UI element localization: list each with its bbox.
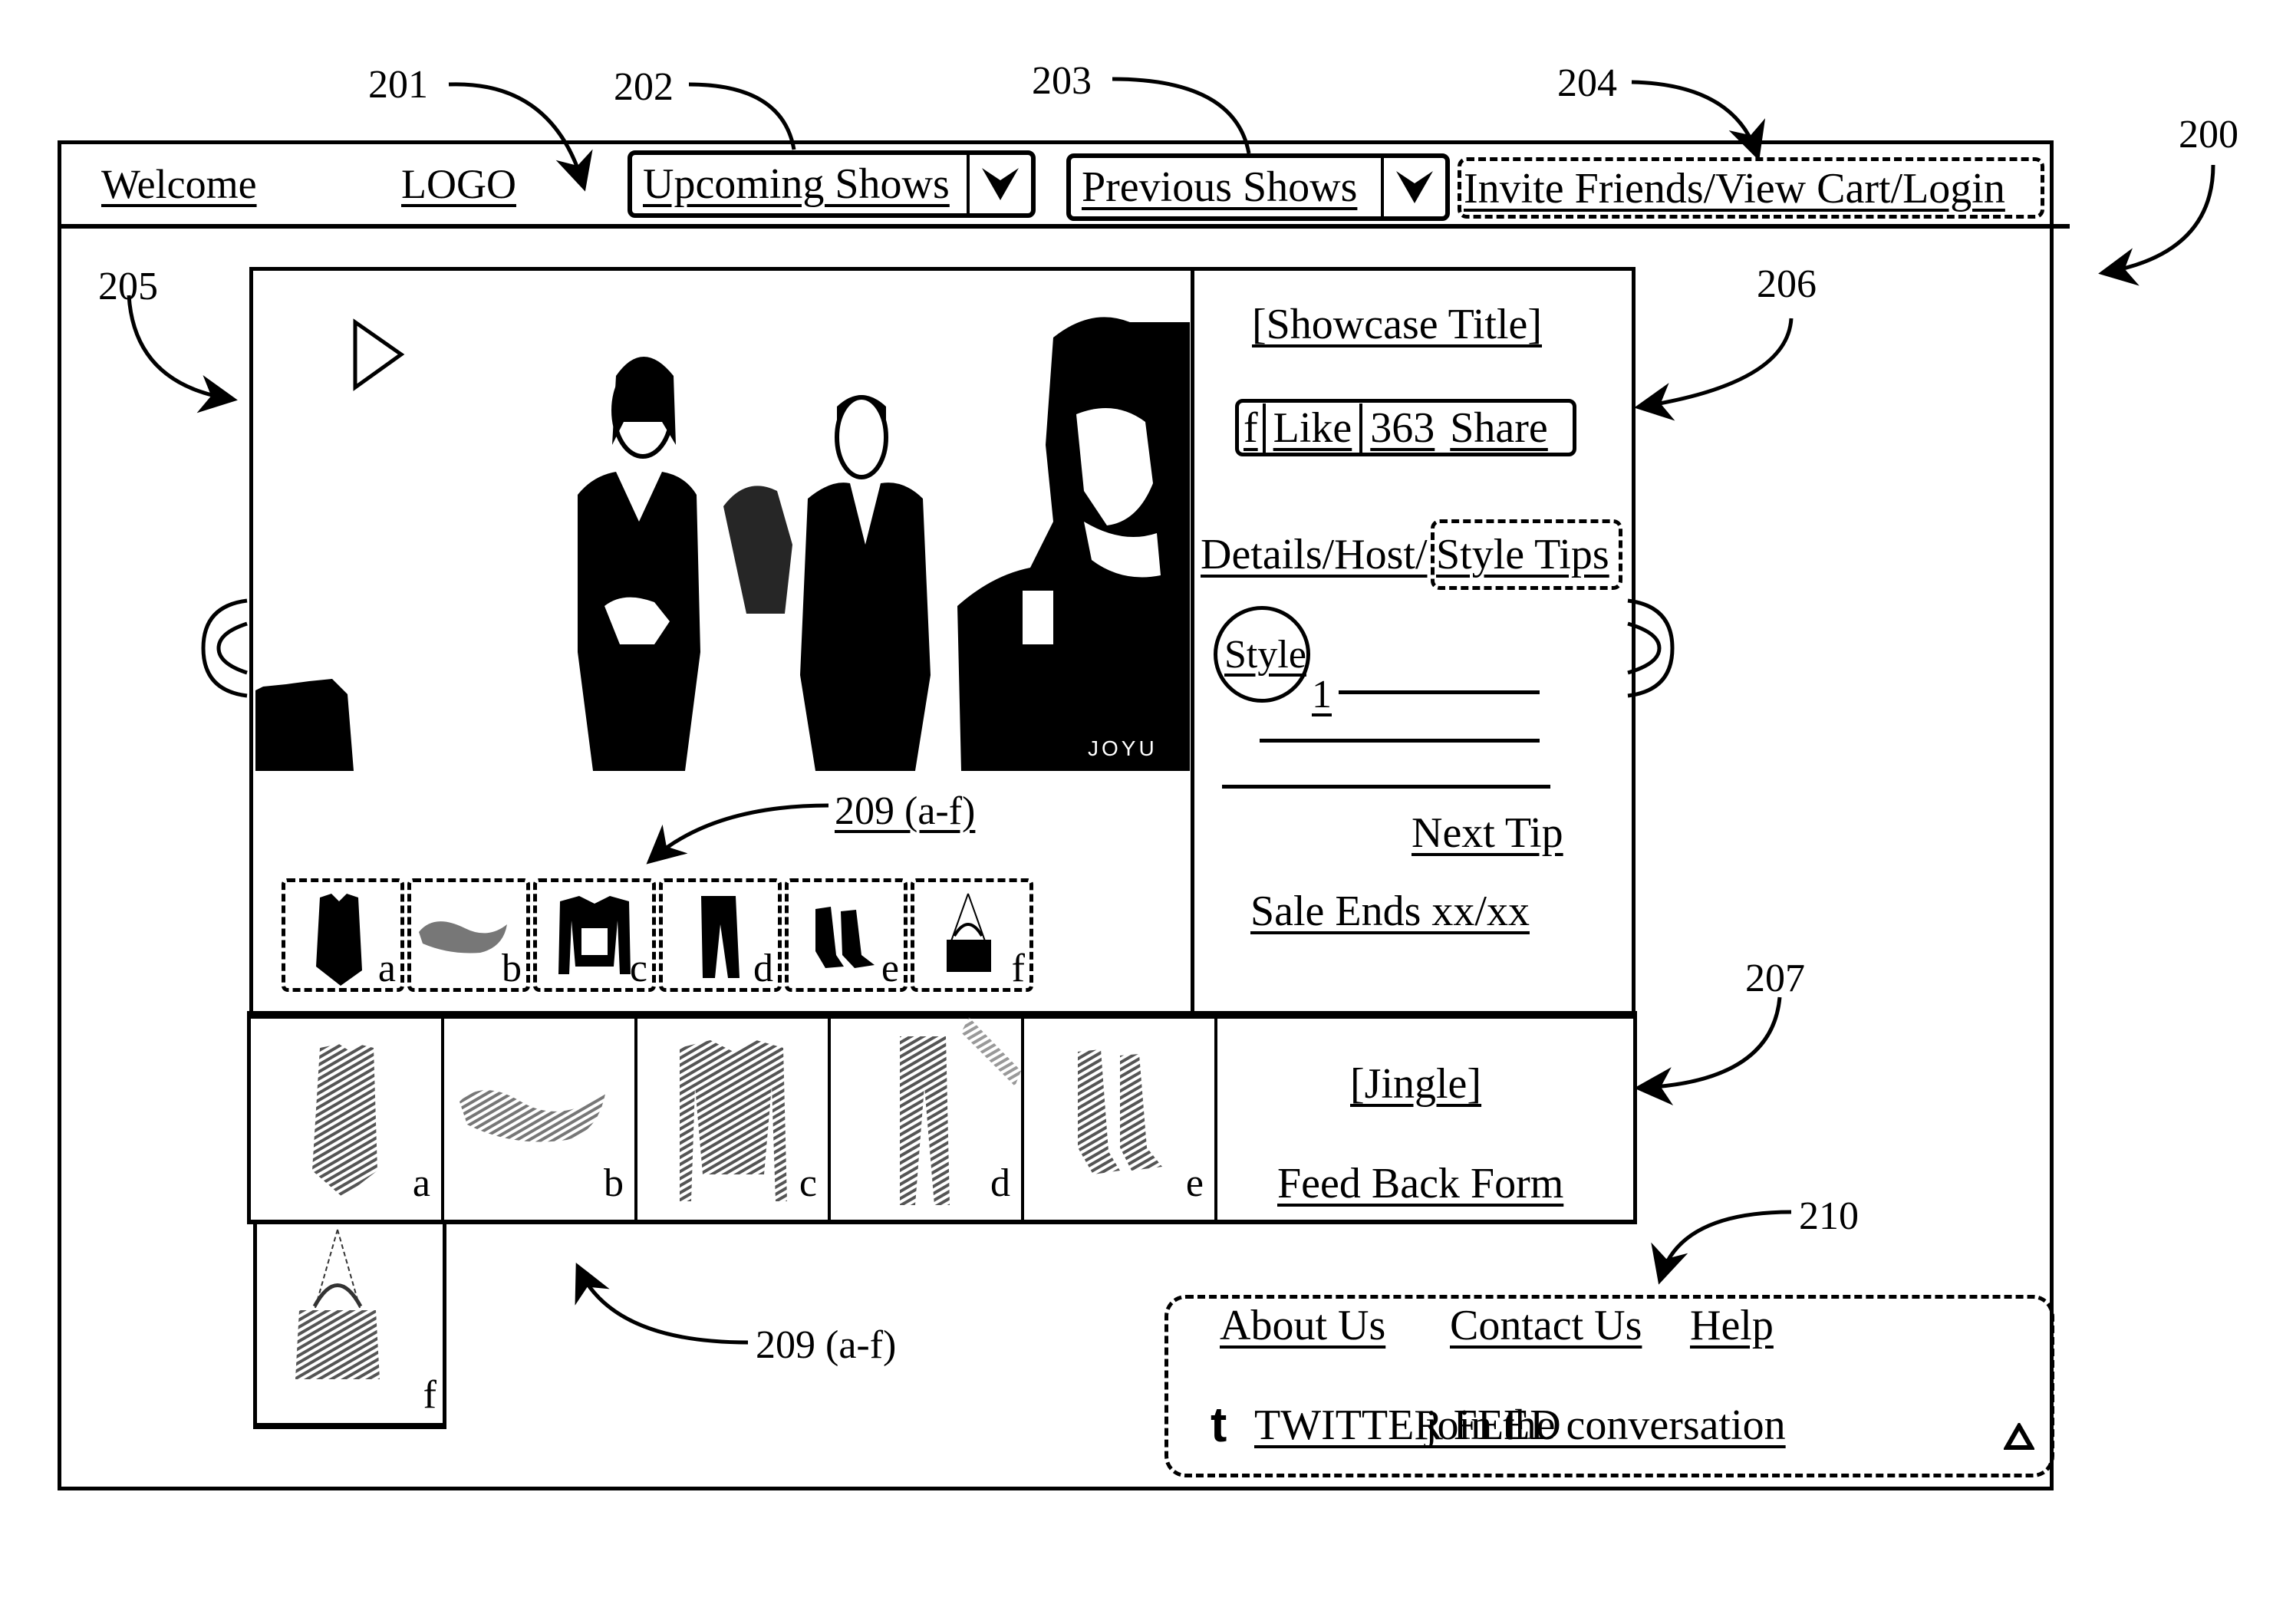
ref-label-200: 200 (2179, 113, 2238, 156)
video-watermark: JOYU (1088, 736, 1158, 760)
twitter-icon[interactable]: t (1211, 1400, 1227, 1449)
product-large-d[interactable]: d (831, 1017, 1024, 1220)
product-thumb-b[interactable]: b (407, 878, 530, 992)
style-badge-label: Style (1224, 633, 1306, 677)
play-icon (353, 318, 405, 391)
help-link[interactable]: Help (1690, 1304, 1774, 1347)
product-thumb-e[interactable]: e (785, 878, 908, 992)
ref-label-202: 202 (614, 65, 674, 109)
product-letter: c (629, 947, 647, 990)
ref-label-207: 207 (1745, 957, 1805, 1000)
product-letter: b (604, 1161, 624, 1205)
product-large-c[interactable]: c (637, 1017, 831, 1220)
tip-text-line-1 (1339, 690, 1540, 694)
product-large-a[interactable]: a (251, 1017, 444, 1220)
tip-text-line-2 (1260, 739, 1540, 743)
showcase-title[interactable]: [Showcase Title] (1252, 303, 1542, 346)
tab-style-tips[interactable]: Style Tips (1436, 533, 1609, 576)
header-divider (60, 224, 2070, 229)
product-letter: d (990, 1161, 1010, 1205)
chevron-down-icon[interactable] (967, 155, 1031, 213)
ref-label-204: 204 (1557, 61, 1617, 105)
facebook-like-widget: f Like 363 Share (1235, 399, 1576, 456)
ref-label-205: 205 (98, 265, 158, 308)
ref-label-210: 210 (1799, 1194, 1859, 1238)
previous-shows-dropdown[interactable]: Previous Shows (1066, 153, 1450, 221)
video-player[interactable]: JOYU (255, 291, 1190, 771)
ref-label-201: 201 (368, 63, 428, 107)
product-large-b[interactable]: b (444, 1017, 637, 1220)
carousel-left-arrow-icon[interactable] (199, 598, 253, 698)
product-letter: f (423, 1373, 436, 1417)
contact-us-link[interactable]: Contact Us (1450, 1304, 1642, 1347)
product-letter: a (377, 947, 396, 990)
leader-200 (2098, 164, 2215, 286)
previous-shows-label: Previous Shows (1082, 163, 1358, 211)
product-letter: c (799, 1161, 817, 1205)
tip-number: 1 (1312, 673, 1332, 716)
product-letter: d (753, 947, 773, 990)
triangle-up-icon[interactable] (2004, 1423, 2034, 1451)
product-letter: a (412, 1161, 430, 1205)
tab-details-host[interactable]: Details/Host/ (1201, 533, 1428, 576)
tip-text-line-3 (1222, 785, 1550, 789)
invite-cart-login-link[interactable]: Invite Friends/View Cart/Login (1464, 167, 2005, 210)
upcoming-shows-label: Upcoming Shows (643, 160, 950, 208)
like-count: 363 (1370, 403, 1435, 452)
product-thumb-c[interactable]: c (533, 878, 656, 992)
handbag-icon (295, 1229, 380, 1379)
about-us-link[interactable]: About Us (1220, 1304, 1385, 1347)
product-thumb-d[interactable]: d (659, 878, 782, 992)
sale-ends-text[interactable]: Sale Ends xx/xx (1250, 890, 1530, 933)
next-tip-link[interactable]: Next Tip (1412, 812, 1563, 855)
ref-label-206: 206 (1757, 262, 1817, 306)
product-large-f[interactable]: f (253, 1222, 446, 1429)
video-frame-image: JOYU (255, 317, 1190, 771)
feedback-form-link[interactable]: Feed Back Form (1277, 1162, 1563, 1205)
chevron-down-icon[interactable] (1381, 158, 1445, 216)
ref-label-209-bottom: 209 (a-f) (756, 1323, 897, 1367)
upcoming-shows-dropdown[interactable]: Upcoming Shows (628, 150, 1036, 218)
welcome-link[interactable]: Welcome (101, 163, 257, 205)
like-button[interactable]: Like (1266, 403, 1363, 453)
product-large-e[interactable]: e (1024, 1017, 1217, 1220)
product-thumb-a[interactable]: a (282, 878, 404, 992)
facebook-icon[interactable]: f (1239, 403, 1266, 453)
jingle-link[interactable]: [Jingle] (1350, 1062, 1481, 1105)
product-letter: e (1185, 1161, 1204, 1205)
ref-label-203: 203 (1032, 59, 1092, 103)
product-letter: f (1011, 947, 1025, 990)
product-letter: e (881, 947, 899, 990)
product-letter: b (502, 947, 522, 990)
share-button[interactable]: Share (1450, 403, 1548, 453)
logo-link[interactable]: LOGO (401, 163, 516, 205)
product-thumb-f[interactable]: f (911, 878, 1033, 992)
join-conversation-link[interactable]: join the conversation (1425, 1404, 1786, 1447)
